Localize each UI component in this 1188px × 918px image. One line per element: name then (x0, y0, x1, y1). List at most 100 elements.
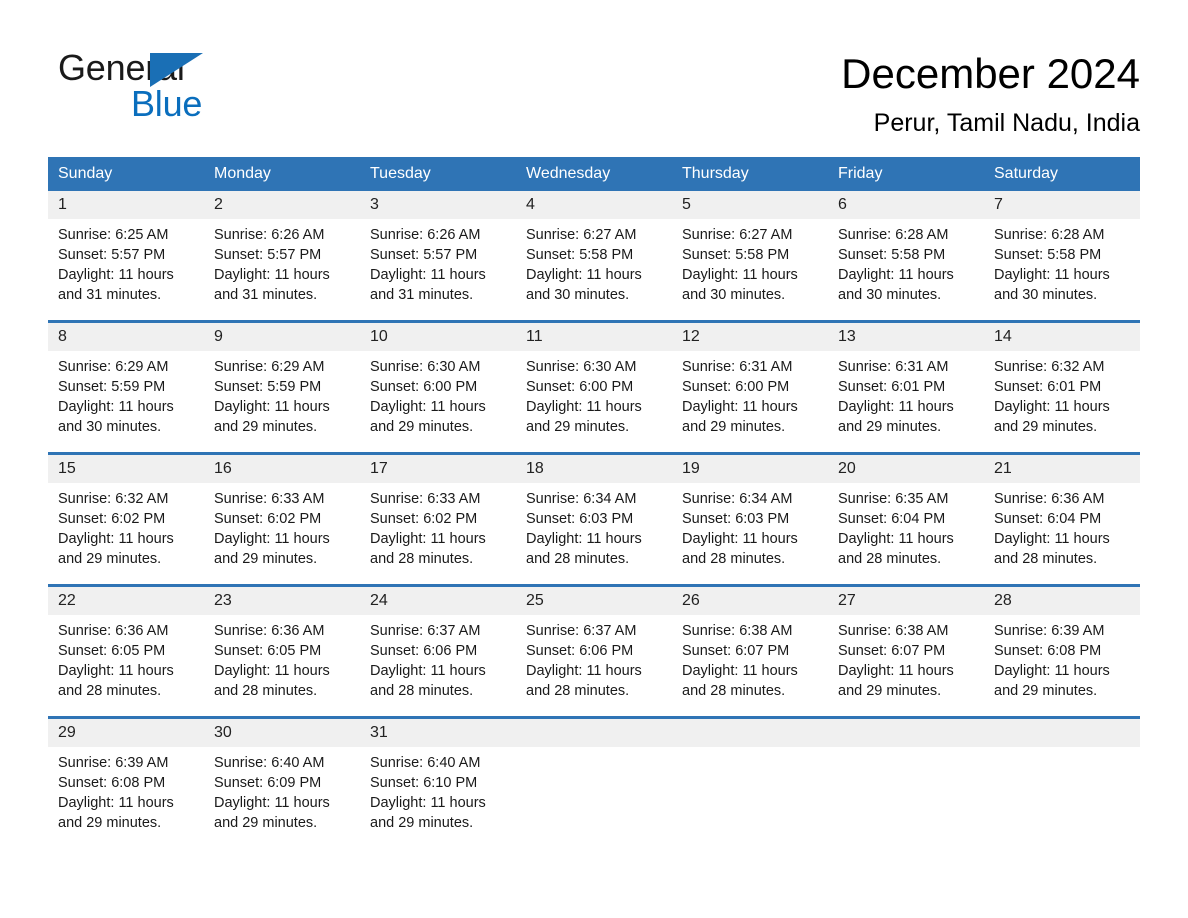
day-number-cell[interactable]: 1 (48, 191, 204, 219)
day-number-cell[interactable]: 19 (672, 455, 828, 483)
sunset-text: Sunset: 5:58 PM (682, 247, 790, 263)
day-number-cell[interactable]: 20 (828, 455, 984, 483)
day-number-cell[interactable]: 21 (984, 455, 1140, 483)
day-number-cell[interactable]: 7 (984, 191, 1140, 219)
day-detail-cell[interactable]: Sunrise: 6:40 AM Sunset: 6:09 PM Daylight:… (204, 747, 360, 848)
day-number-cell[interactable]: 17 (360, 455, 516, 483)
day-detail-cell[interactable]: Sunrise: 6:26 AM Sunset: 5:57 PM Daylight:… (204, 219, 360, 320)
day-number-cell[interactable]: 11 (516, 323, 672, 351)
sunset-text: Sunset: 5:58 PM (994, 247, 1102, 263)
day-detail-cell[interactable]: Sunrise: 6:32 AM Sunset: 6:02 PM Daylight:… (48, 483, 204, 584)
day-detail-row: Sunrise: 6:25 AM Sunset: 5:57 PM Daylight:… (48, 219, 1140, 320)
day-number-cell[interactable]: 6 (828, 191, 984, 219)
day-detail-cell[interactable]: Sunrise: 6:35 AM Sunset: 6:04 PM Daylight:… (828, 483, 984, 584)
day-detail-row: Sunrise: 6:32 AM Sunset: 6:02 PM Daylight:… (48, 483, 1140, 584)
day-number-cell[interactable]: 18 (516, 455, 672, 483)
day-detail-cell[interactable]: Sunrise: 6:30 AM Sunset: 6:00 PM Daylight:… (516, 351, 672, 452)
day-detail-cell[interactable]: Sunrise: 6:36 AM Sunset: 6:04 PM Daylight:… (984, 483, 1140, 584)
day-number-cell[interactable]: 22 (48, 587, 204, 615)
sunset-text: Sunset: 6:03 PM (682, 511, 790, 527)
weekday-header-sunday: Sunday (48, 157, 204, 191)
location-subtitle: Perur, Tamil Nadu, India (873, 109, 1140, 137)
day-detail-cell[interactable]: Sunrise: 6:31 AM Sunset: 6:00 PM Daylight:… (672, 351, 828, 452)
day-detail-cell[interactable]: Sunrise: 6:33 AM Sunset: 6:02 PM Daylight:… (360, 483, 516, 584)
day-detail-cell[interactable]: Sunrise: 6:28 AM Sunset: 5:58 PM Daylight:… (828, 219, 984, 320)
day-detail-cell[interactable]: Sunrise: 6:29 AM Sunset: 5:59 PM Daylight:… (204, 351, 360, 452)
weekday-header-tuesday: Tuesday (360, 157, 516, 191)
general-blue-logo[interactable]: General Blue (58, 47, 318, 125)
weekday-header-saturday: Saturday (984, 157, 1140, 191)
day-detail-cell[interactable]: Sunrise: 6:28 AM Sunset: 5:58 PM Daylight:… (984, 219, 1140, 320)
sunset-text: Sunset: 6:04 PM (838, 511, 946, 527)
day-number-cell[interactable]: 9 (204, 323, 360, 351)
day-number-cell[interactable]: 14 (984, 323, 1140, 351)
day-number-cell[interactable]: 26 (672, 587, 828, 615)
day-detail-cell[interactable]: Sunrise: 6:32 AM Sunset: 6:01 PM Daylight:… (984, 351, 1140, 452)
day-number-cell[interactable]: 2 (204, 191, 360, 219)
day-number-cell[interactable]: 31 (360, 719, 516, 747)
weekday-header-friday: Friday (828, 157, 984, 191)
day-detail-cell[interactable]: Sunrise: 6:39 AM Sunset: 6:08 PM Daylight:… (984, 615, 1140, 716)
day-detail-row: Sunrise: 6:29 AM Sunset: 5:59 PM Daylight:… (48, 351, 1140, 452)
sunrise-text: Sunrise: 6:38 AM (682, 623, 793, 639)
day-detail-cell[interactable]: Sunrise: 6:39 AM Sunset: 6:08 PM Daylight:… (48, 747, 204, 848)
sunrise-text: Sunrise: 6:39 AM (58, 755, 169, 771)
sunrise-text: Sunrise: 6:37 AM (370, 623, 481, 639)
day-number-row: 1234567 (48, 191, 1140, 219)
day-detail-cell[interactable]: Sunrise: 6:25 AM Sunset: 5:57 PM Daylight:… (48, 219, 204, 320)
day-detail-cell[interactable]: Sunrise: 6:37 AM Sunset: 6:06 PM Daylight:… (516, 615, 672, 716)
day-detail-cell[interactable]: Sunrise: 6:33 AM Sunset: 6:02 PM Daylight:… (204, 483, 360, 584)
day-detail-cell[interactable]: Sunrise: 6:29 AM Sunset: 5:59 PM Daylight:… (48, 351, 204, 452)
day-detail-cell[interactable]: Sunrise: 6:31 AM Sunset: 6:01 PM Daylight:… (828, 351, 984, 452)
sunrise-text: Sunrise: 6:39 AM (994, 623, 1105, 639)
day-detail-cell[interactable]: Sunrise: 6:26 AM Sunset: 5:57 PM Daylight:… (360, 219, 516, 320)
day-detail-cell[interactable]: Sunrise: 6:34 AM Sunset: 6:03 PM Daylight:… (516, 483, 672, 584)
day-number-cell[interactable]: 10 (360, 323, 516, 351)
sunrise-text: Sunrise: 6:34 AM (682, 491, 793, 507)
day-number-cell[interactable]: 12 (672, 323, 828, 351)
day-number-cell[interactable]: 25 (516, 587, 672, 615)
title-block: December 2024 Perur, Tamil Nadu, India (841, 48, 1140, 140)
day-number-cell[interactable]: 30 (204, 719, 360, 747)
day-detail-cell[interactable]: Sunrise: 6:40 AM Sunset: 6:10 PM Daylight:… (360, 747, 516, 848)
day-number-cell[interactable]: 29 (48, 719, 204, 747)
day-number-cell[interactable]: 5 (672, 191, 828, 219)
day-number-cell[interactable]: 24 (360, 587, 516, 615)
sunrise-text: Sunrise: 6:36 AM (58, 623, 169, 639)
day-number-cell[interactable]: 16 (204, 455, 360, 483)
day-number-cell[interactable]: 4 (516, 191, 672, 219)
day-number-cell (672, 719, 828, 747)
day-number-cell[interactable]: 27 (828, 587, 984, 615)
day-number-cell[interactable]: 15 (48, 455, 204, 483)
day-number-cell[interactable]: 28 (984, 587, 1140, 615)
day-number-cell[interactable]: 3 (360, 191, 516, 219)
day-detail-cell[interactable]: Sunrise: 6:30 AM Sunset: 6:00 PM Daylight:… (360, 351, 516, 452)
daylight-text: Daylight: 11 hours and 28 minutes. (214, 663, 330, 699)
day-number-cell (984, 719, 1140, 747)
day-detail-cell[interactable]: Sunrise: 6:38 AM Sunset: 6:07 PM Daylight:… (828, 615, 984, 716)
day-detail-cell[interactable]: Sunrise: 6:34 AM Sunset: 6:03 PM Daylight:… (672, 483, 828, 584)
daylight-text: Daylight: 11 hours and 30 minutes. (526, 267, 642, 303)
day-detail-cell[interactable]: Sunrise: 6:27 AM Sunset: 5:58 PM Daylight:… (516, 219, 672, 320)
daylight-text: Daylight: 11 hours and 29 minutes. (994, 399, 1110, 435)
sunrise-text: Sunrise: 6:36 AM (214, 623, 325, 639)
sunrise-text: Sunrise: 6:32 AM (58, 491, 169, 507)
day-detail-cell[interactable]: Sunrise: 6:36 AM Sunset: 6:05 PM Daylight:… (48, 615, 204, 716)
day-number-cell[interactable]: 13 (828, 323, 984, 351)
sunset-text: Sunset: 6:02 PM (58, 511, 166, 527)
day-detail-cell[interactable]: Sunrise: 6:27 AM Sunset: 5:58 PM Daylight:… (672, 219, 828, 320)
sunset-text: Sunset: 6:08 PM (994, 643, 1102, 659)
day-number-cell[interactable]: 23 (204, 587, 360, 615)
day-detail-cell[interactable]: Sunrise: 6:36 AM Sunset: 6:05 PM Daylight:… (204, 615, 360, 716)
day-number-row: 8 9 10 11 12 13 14 (48, 323, 1140, 351)
daylight-text: Daylight: 11 hours and 28 minutes. (994, 531, 1110, 567)
sunrise-text: Sunrise: 6:33 AM (214, 491, 325, 507)
daylight-text: Daylight: 11 hours and 29 minutes. (214, 531, 330, 567)
daylight-text: Daylight: 11 hours and 29 minutes. (58, 531, 174, 567)
day-detail-cell[interactable]: Sunrise: 6:38 AM Sunset: 6:07 PM Daylight:… (672, 615, 828, 716)
day-detail-cell[interactable]: Sunrise: 6:37 AM Sunset: 6:06 PM Daylight:… (360, 615, 516, 716)
day-number-cell[interactable]: 8 (48, 323, 204, 351)
daylight-text: Daylight: 11 hours and 29 minutes. (682, 399, 798, 435)
daylight-text: Daylight: 11 hours and 30 minutes. (58, 399, 174, 435)
page-header: General Blue December 2024 Perur, Tamil … (0, 0, 1188, 148)
